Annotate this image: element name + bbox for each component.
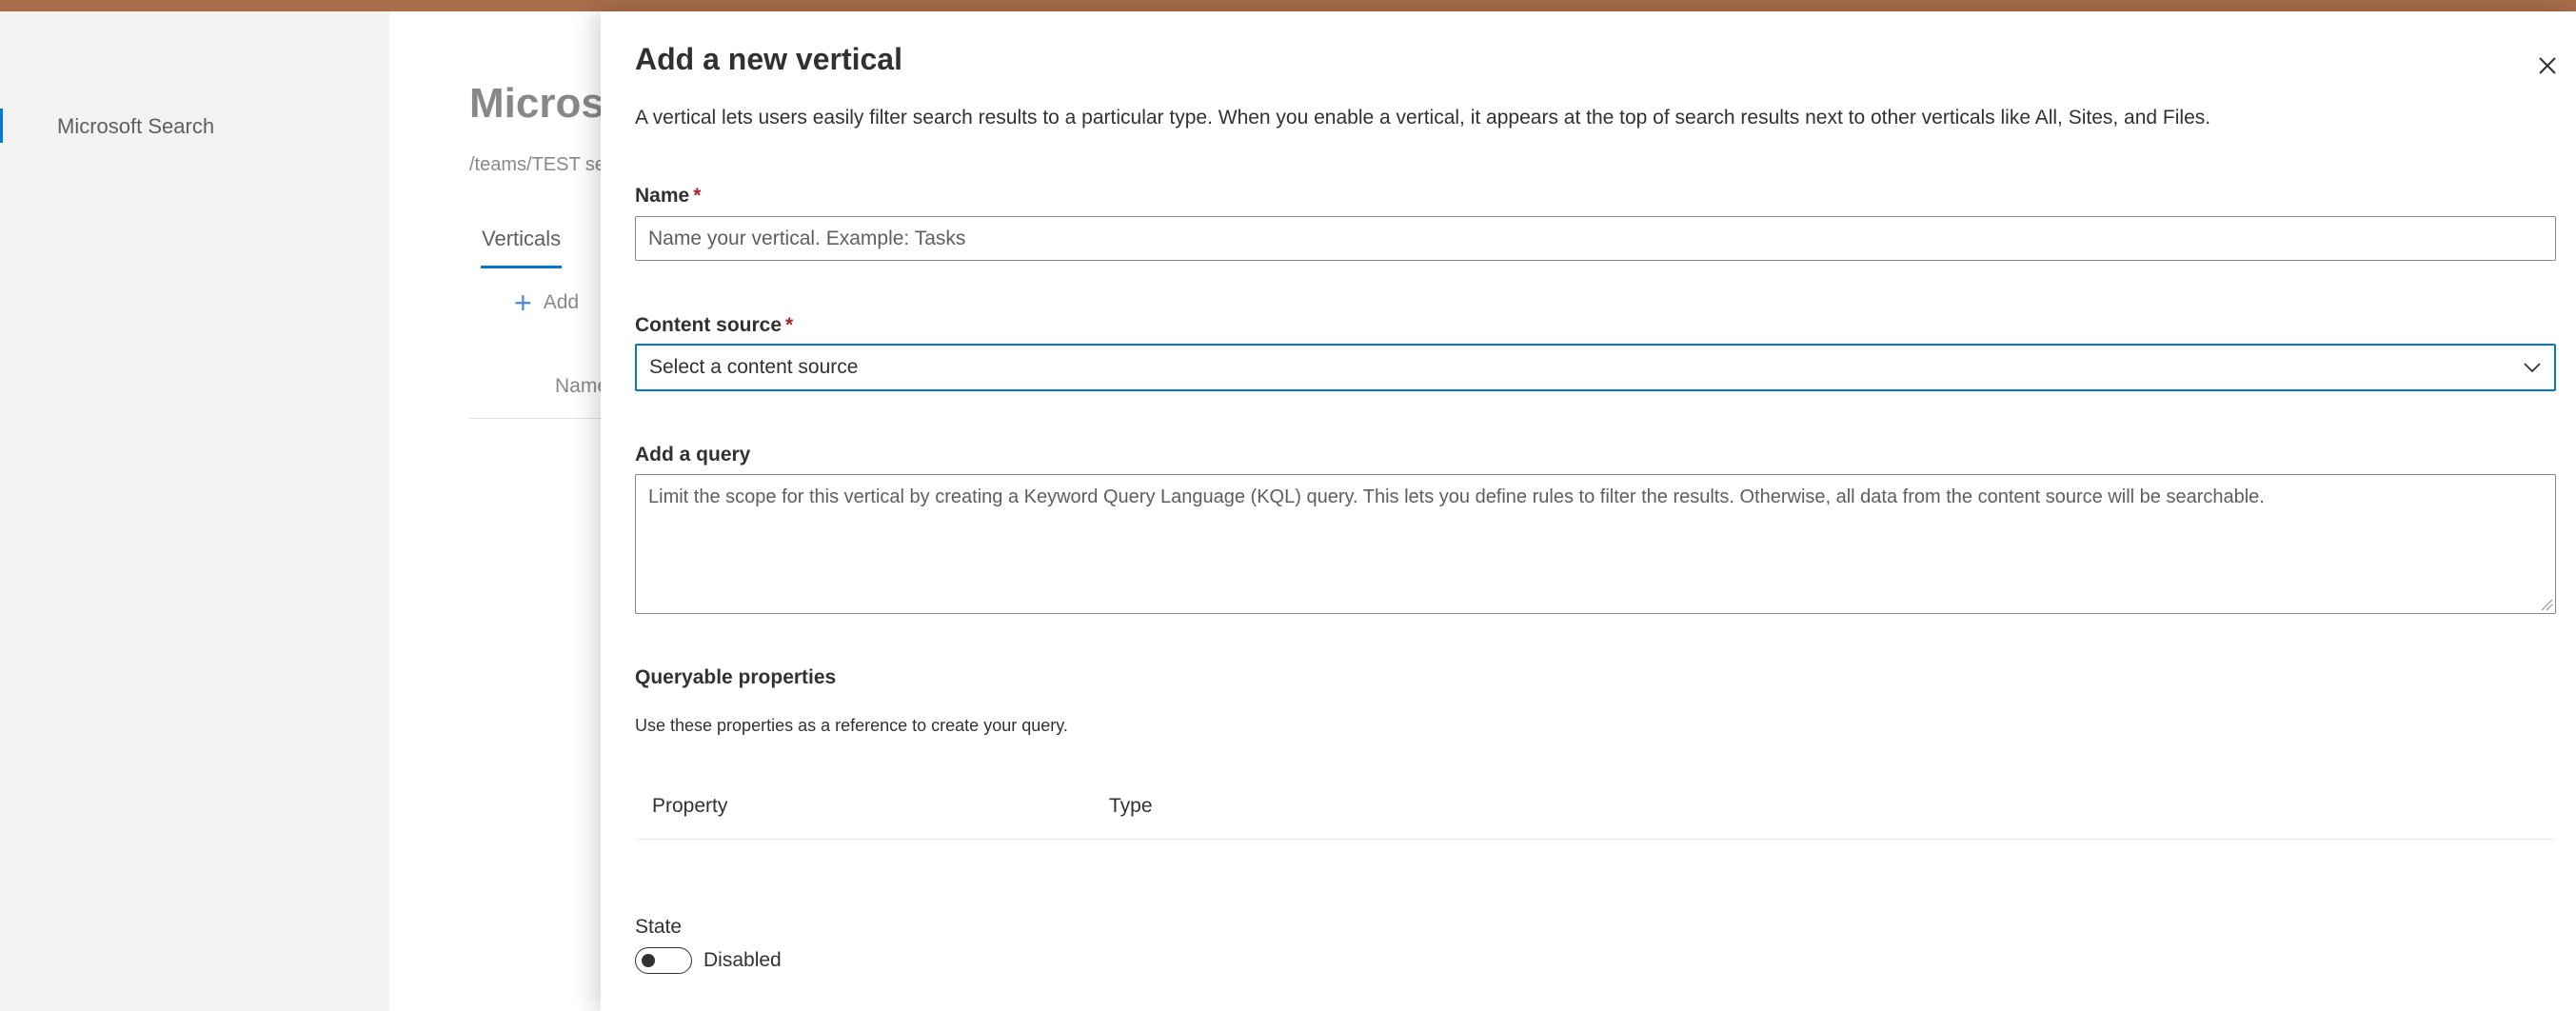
page-title: Microsoft Search — [469, 80, 601, 127]
name-input[interactable]: Name your vertical. Example: Tasks — [635, 216, 2556, 261]
toggle-knob — [642, 954, 655, 967]
breadcrumb: /teams/TEST search — [469, 154, 601, 175]
add-vertical-panel: Add a new vertical A vertical lets users… — [601, 11, 2576, 1011]
name-label-text: Name — [635, 185, 690, 207]
table-divider — [635, 839, 2556, 840]
add-vertical-button[interactable]: + Add — [514, 287, 579, 318]
content-source-label-text: Content source — [635, 314, 783, 336]
content-source-value: Select a content source — [649, 356, 859, 378]
tab-verticals-underline — [481, 266, 562, 268]
name-input-placeholder: Name your vertical. Example: Tasks — [648, 227, 966, 249]
required-marker: * — [785, 314, 794, 336]
queryable-properties-helper: Use these properties as a reference to c… — [635, 716, 1068, 735]
state-toggle[interactable] — [635, 947, 692, 974]
chevron-down-icon — [2524, 363, 2541, 373]
content-source-label: Content source * — [635, 314, 793, 337]
add-label: Add — [543, 291, 580, 313]
column-header-property: Property — [652, 795, 728, 817]
column-header-name: Name — [555, 375, 601, 397]
state-label: State — [635, 916, 683, 938]
left-nav: Microsoft Search — [0, 11, 389, 1011]
name-label: Name * — [635, 185, 701, 208]
resize-handle-icon[interactable] — [2538, 596, 2553, 611]
query-label: Add a query — [635, 444, 751, 466]
panel-description: A vertical lets users easily filter sear… — [635, 107, 2211, 129]
panel-title: Add a new vertical — [635, 42, 902, 76]
column-header-type: Type — [1109, 795, 1153, 817]
nav-item-microsoft-search[interactable]: Microsoft Search — [57, 114, 214, 139]
query-textarea[interactable]: Limit the scope for this vertical by cre… — [635, 474, 2556, 614]
required-marker: * — [693, 185, 702, 207]
nav-selected-indicator — [0, 109, 3, 143]
state-toggle-text: Disabled — [703, 949, 782, 971]
background-page: Microsoft Search /teams/TEST search Vert… — [389, 11, 601, 1011]
table-divider — [469, 418, 601, 419]
tab-verticals[interactable]: Verticals — [482, 227, 561, 251]
query-placeholder: Limit the scope for this vertical by cre… — [648, 486, 2265, 507]
close-icon — [2539, 57, 2556, 74]
queryable-properties-heading: Queryable properties — [635, 666, 837, 688]
plus-icon: + — [514, 286, 532, 320]
close-button[interactable] — [2531, 50, 2564, 82]
content-source-dropdown[interactable]: Select a content source — [635, 344, 2556, 391]
top-bar — [0, 0, 2576, 11]
